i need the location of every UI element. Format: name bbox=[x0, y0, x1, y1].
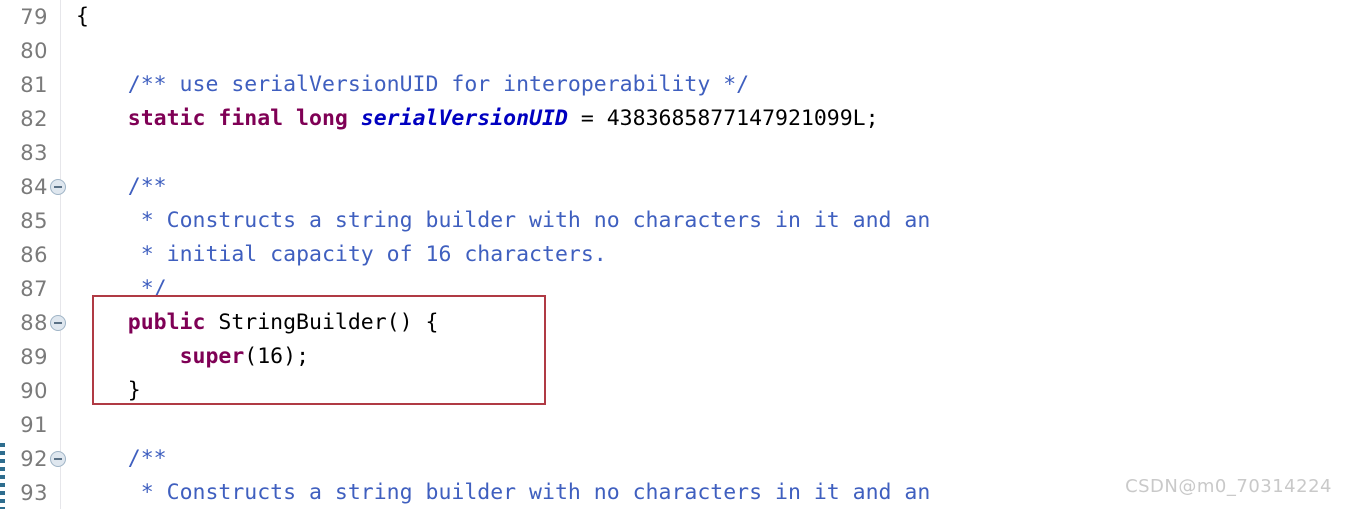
code-text: } bbox=[76, 374, 141, 408]
code-text: /** bbox=[76, 170, 167, 204]
token-cmt: */ bbox=[140, 276, 167, 301]
line-number: 85 bbox=[20, 209, 48, 233]
line-number: 93 bbox=[20, 481, 48, 505]
token-plain: = 4383685877147921099L; bbox=[567, 106, 879, 131]
code-editor-view: 79 {80 81 /** use serialVersionUID for int… bbox=[0, 0, 1349, 509]
fold-collapse-icon[interactable] bbox=[50, 451, 66, 467]
line-number: 81 bbox=[20, 73, 48, 97]
token-plain: } bbox=[127, 378, 141, 403]
code-line[interactable]: 82 static final long serialVersionUID = … bbox=[0, 102, 1349, 136]
token-kw: public bbox=[127, 310, 206, 335]
fold-collapse-icon[interactable] bbox=[50, 315, 66, 331]
code-text: { bbox=[76, 0, 89, 34]
line-number: 90 bbox=[20, 379, 48, 403]
code-text: * Constructs a string builder with no ch… bbox=[76, 204, 931, 238]
code-line[interactable]: 80 bbox=[0, 34, 1349, 68]
code-text: super(16); bbox=[76, 340, 309, 374]
line-number: 79 bbox=[20, 5, 48, 29]
line-number: 91 bbox=[20, 413, 48, 437]
watermark-text: CSDN@m0_70314224 bbox=[1125, 476, 1332, 497]
code-text: static final long serialVersionUID = 438… bbox=[76, 102, 879, 136]
code-line[interactable]: 91 bbox=[0, 408, 1349, 442]
token-plain: StringBuilder() { bbox=[205, 310, 439, 335]
code-text: public StringBuilder() { bbox=[76, 306, 439, 340]
code-line[interactable]: 84 /** bbox=[0, 170, 1349, 204]
code-line[interactable]: 88 public StringBuilder() { bbox=[0, 306, 1349, 340]
line-number: 83 bbox=[20, 141, 48, 165]
code-text: * Constructs a string builder with no ch… bbox=[76, 476, 931, 509]
line-number: 84 bbox=[20, 175, 48, 199]
line-number: 88 bbox=[20, 311, 48, 335]
line-number: 87 bbox=[20, 277, 48, 301]
token-kw: super bbox=[179, 344, 245, 369]
token-cmt: /** use serialVersionUID for interoperab… bbox=[127, 72, 750, 97]
code-line[interactable]: 90 } bbox=[0, 374, 1349, 408]
token-field: serialVersionUID bbox=[360, 106, 568, 131]
line-number: 86 bbox=[20, 243, 48, 267]
code-lines-container: 79 {80 81 /** use serialVersionUID for int… bbox=[0, 0, 1349, 509]
code-text: */ bbox=[76, 272, 167, 306]
code-line[interactable]: 92 /** bbox=[0, 442, 1349, 476]
token-cmt: /** bbox=[127, 446, 167, 471]
token-cmt: * initial capacity of 16 characters. bbox=[140, 242, 607, 267]
code-line[interactable]: 87 */ bbox=[0, 272, 1349, 306]
code-text: /** use serialVersionUID for interoperab… bbox=[76, 68, 749, 102]
token-cmt: * Constructs a string builder with no ch… bbox=[140, 480, 931, 505]
code-line[interactable]: 89 super(16); bbox=[0, 340, 1349, 374]
code-line[interactable]: 81 /** use serialVersionUID for interope… bbox=[0, 68, 1349, 102]
code-line[interactable]: 86 * initial capacity of 16 characters. bbox=[0, 238, 1349, 272]
code-line[interactable]: 79 { bbox=[0, 0, 1349, 34]
code-text: /** bbox=[76, 442, 167, 476]
token-cmt: /** bbox=[127, 174, 167, 199]
code-text: * initial capacity of 16 characters. bbox=[76, 238, 607, 272]
code-line[interactable]: 83 bbox=[0, 136, 1349, 170]
token-kw: static final long bbox=[127, 106, 348, 131]
fold-collapse-icon[interactable] bbox=[50, 179, 66, 195]
line-number: 92 bbox=[20, 447, 48, 471]
token-plain: (16); bbox=[244, 344, 310, 369]
line-number: 80 bbox=[20, 39, 48, 63]
token-plain: { bbox=[76, 4, 89, 29]
line-number: 82 bbox=[20, 107, 48, 131]
token-cmt: * Constructs a string builder with no ch… bbox=[140, 208, 931, 233]
code-line[interactable]: 85 * Constructs a string builder with no… bbox=[0, 204, 1349, 238]
line-number: 89 bbox=[20, 345, 48, 369]
